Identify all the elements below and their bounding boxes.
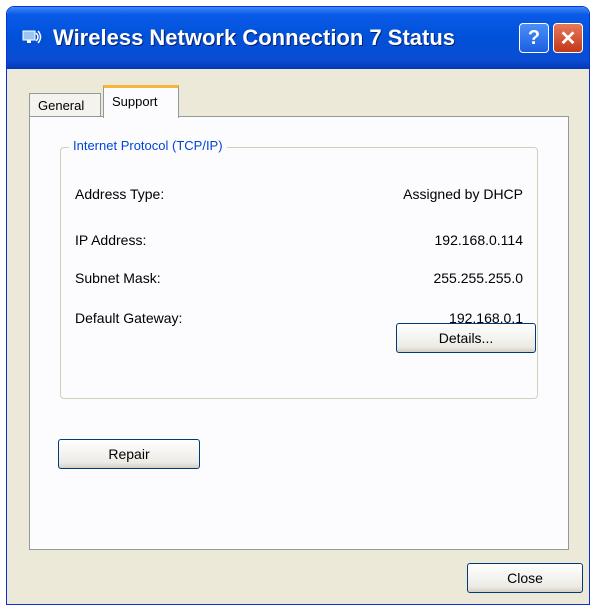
question-icon: ? xyxy=(527,26,541,49)
details-button[interactable]: Details... xyxy=(396,323,536,353)
network-connection-icon xyxy=(22,30,42,44)
subnet-mask-value: 255.255.255.0 xyxy=(433,270,523,286)
ip-address-value: 192.168.0.114 xyxy=(434,232,524,248)
default-gateway-label: Default Gateway: xyxy=(75,310,183,326)
close-button[interactable]: Close xyxy=(467,563,583,593)
tcpip-groupbox: Internet Protocol (TCP/IP) Address Type:… xyxy=(60,138,538,399)
title-bar[interactable]: Wireless Network Connection 7 Status ? ✕ xyxy=(7,7,589,69)
ip-address-label: IP Address: xyxy=(75,232,147,248)
tab-general[interactable]: General xyxy=(29,93,101,117)
repair-button[interactable]: Repair xyxy=(58,439,200,469)
support-tab-panel: Internet Protocol (TCP/IP) Address Type:… xyxy=(29,116,569,550)
status-dialog: Wireless Network Connection 7 Status ? ✕… xyxy=(6,6,590,605)
window-title: Wireless Network Connection 7 Status xyxy=(53,25,456,50)
title-close-button[interactable]: ✕ xyxy=(553,23,583,53)
address-type-row: Address Type: Assigned by DHCP xyxy=(75,186,523,208)
address-type-value: Assigned by DHCP xyxy=(403,186,523,202)
groupbox-title: Internet Protocol (TCP/IP) xyxy=(69,138,227,153)
address-type-label: Address Type: xyxy=(75,186,165,202)
subnet-mask-label: Subnet Mask: xyxy=(75,270,161,286)
help-button[interactable]: ? xyxy=(519,23,549,53)
tab-support[interactable]: Support xyxy=(103,85,179,118)
subnet-mask-row: Subnet Mask: 255.255.255.0 xyxy=(75,270,523,292)
close-x-icon: ✕ xyxy=(559,27,577,50)
ip-address-row: IP Address: 192.168.0.114 xyxy=(75,232,523,254)
